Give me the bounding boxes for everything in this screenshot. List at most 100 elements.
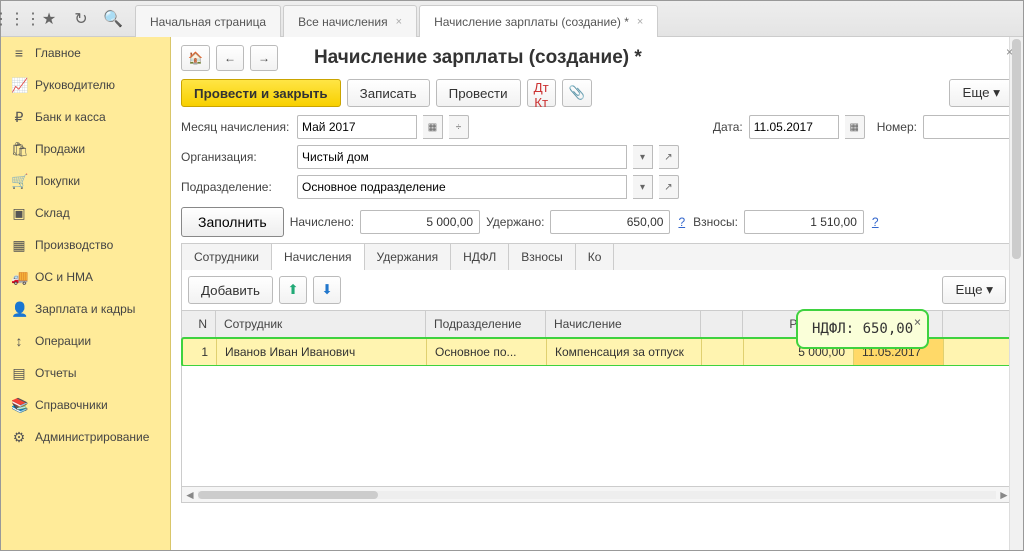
subtab-contrib[interactable]: Взносы — [509, 244, 575, 270]
forward-button[interactable]: → — [250, 45, 278, 71]
tab-payroll-create[interactable]: Начисление зарплаты (создание) * × — [419, 5, 658, 37]
ndfl-tooltip: × НДФЛ: 650,00 — [796, 309, 929, 349]
sidebar-item-label: Руководителю — [35, 78, 115, 92]
sidebar-item-operations[interactable]: ↕ Операции — [1, 325, 170, 357]
tooltip-close-icon[interactable]: × — [914, 315, 921, 329]
cell-department: Основное по... — [427, 339, 547, 365]
subtabs: Сотрудники Начисления Удержания НДФЛ Взн… — [181, 243, 1013, 270]
back-button[interactable]: ← — [216, 45, 244, 71]
bag-icon: 🛍 — [11, 141, 27, 158]
post-and-close-button[interactable]: Провести и закрыть — [181, 79, 341, 107]
sidebar-item-purchases[interactable]: 🛒 Покупки — [1, 165, 170, 197]
box-icon: ▣ — [11, 205, 27, 222]
books-icon: 📚 — [11, 397, 27, 414]
sidebar-item-catalogs[interactable]: 📚 Справочники — [1, 389, 170, 421]
grid-icon: ▦ — [11, 237, 27, 254]
contrib-value: 1 510,00 — [744, 210, 864, 234]
number-input[interactable] — [923, 115, 1013, 139]
subtab-withholdings[interactable]: Удержания — [365, 244, 452, 270]
close-icon[interactable]: × — [396, 16, 402, 28]
calendar-icon[interactable]: ▦ — [845, 115, 865, 139]
cart-icon: 🛒 — [11, 173, 27, 190]
sidebar-item-reports[interactable]: ▤ Отчеты — [1, 357, 170, 389]
post-button[interactable]: Провести — [436, 79, 521, 107]
sidebar-item-manager[interactable]: 📈 Руководителю — [1, 69, 170, 101]
sidebar-item-main[interactable]: ≡ Главное — [1, 37, 170, 69]
dropdown-icon[interactable]: ▾ — [633, 145, 653, 169]
truck-icon: 🚚 — [11, 269, 27, 286]
open-icon[interactable]: ↗ — [659, 145, 679, 169]
menu-icon: ≡ — [11, 45, 27, 61]
sidebar-item-bank[interactable]: ₽Банк и касса — [1, 101, 170, 133]
calendar-icon[interactable]: ▦ — [423, 115, 443, 139]
table-more-button[interactable]: Еще ▾ — [942, 276, 1006, 304]
month-input[interactable] — [297, 115, 417, 139]
close-icon[interactable]: × — [637, 16, 643, 28]
sidebar-item-label: Зарплата и кадры — [35, 302, 135, 316]
dep-input[interactable] — [297, 175, 627, 199]
contrib-label: Взносы: — [693, 215, 738, 229]
home-button[interactable]: 🏠 — [181, 45, 210, 71]
sidebar-item-label: Операции — [35, 334, 91, 348]
cell-n: 1 — [183, 339, 217, 365]
sidebar-item-production[interactable]: ▦Производство — [1, 229, 170, 261]
col-department[interactable]: Подразделение — [426, 311, 546, 337]
dropdown-icon[interactable]: ▾ — [633, 175, 653, 199]
vertical-scrollbar[interactable] — [1009, 37, 1023, 550]
subtab-employees[interactable]: Сотрудники — [182, 244, 272, 270]
sidebar-item-label: Продажи — [35, 142, 85, 156]
fill-button[interactable]: Заполнить — [181, 207, 284, 237]
sidebar-item-label: Отчеты — [35, 366, 76, 380]
col-accrual[interactable]: Начисление — [546, 311, 701, 337]
subtab-ndfl[interactable]: НДФЛ — [451, 244, 509, 270]
add-row-button[interactable]: Добавить — [188, 276, 273, 304]
ruble-icon: ₽ — [11, 109, 27, 126]
withheld-value: 650,00 — [550, 210, 670, 234]
move-up-button[interactable]: ⬆ — [279, 276, 307, 304]
sidebar-item-label: ОС и НМА — [35, 270, 93, 284]
org-input[interactable] — [297, 145, 627, 169]
move-down-button[interactable]: ⬇ — [313, 276, 341, 304]
col-employee[interactable]: Сотрудник — [216, 311, 426, 337]
tab-accruals[interactable]: Все начисления × — [283, 5, 417, 37]
horizontal-scrollbar[interactable]: ◄ ► — [181, 487, 1013, 503]
star-icon[interactable]: ★ — [33, 5, 65, 33]
tab-start[interactable]: Начальная страница — [135, 5, 281, 37]
sidebar: ≡ Главное 📈 Руководителю ₽Банк и касса 🛍 Пр… — [1, 37, 171, 550]
sidebar-item-admin[interactable]: ⚙ Администрирование — [1, 421, 170, 453]
more-button[interactable]: Еще ▾ — [949, 79, 1013, 107]
cell-accrual: Компенсация за отпуск — [547, 339, 702, 365]
month-stepper[interactable]: ÷ — [449, 115, 469, 139]
sidebar-item-label: Главное — [35, 46, 81, 60]
sidebar-item-label: Администрирование — [35, 430, 149, 444]
apps-icon[interactable]: ⋮⋮⋮ — [1, 5, 33, 33]
tab-label: Все начисления — [298, 15, 388, 29]
col-n[interactable]: N — [182, 311, 216, 337]
help-withheld-link[interactable]: ? — [676, 215, 687, 229]
sidebar-item-label: Покупки — [35, 174, 80, 188]
close-page-icon[interactable]: × — [1006, 45, 1013, 59]
open-icon[interactable]: ↗ — [659, 175, 679, 199]
search-icon[interactable]: 🔍 — [97, 5, 129, 33]
sidebar-item-label: Справочники — [35, 398, 108, 412]
date-input[interactable] — [749, 115, 839, 139]
chart-icon: 📈 — [11, 77, 27, 94]
gear-icon: ⚙ — [11, 429, 27, 446]
attach-button[interactable]: 📎 — [562, 79, 593, 107]
accrued-label: Начислено: — [290, 215, 354, 229]
sidebar-item-sales[interactable]: 🛍 Продажи — [1, 133, 170, 165]
subtab-accruals[interactable]: Начисления — [272, 244, 365, 270]
tab-label: Начисление зарплаты (создание) * — [434, 15, 629, 29]
sidebar-item-warehouse[interactable]: ▣Склад — [1, 197, 170, 229]
sidebar-item-salary[interactable]: 👤Зарплата и кадры — [1, 293, 170, 325]
history-icon[interactable]: ↻ — [65, 5, 97, 33]
scroll-left-icon[interactable]: ◄ — [182, 488, 198, 502]
movements-button[interactable]: ДтКт — [527, 79, 556, 107]
col-blank[interactable] — [701, 311, 743, 337]
sidebar-item-assets[interactable]: 🚚 ОС и НМА — [1, 261, 170, 293]
help-contrib-link[interactable]: ? — [870, 215, 881, 229]
write-button[interactable]: Записать — [347, 79, 430, 107]
sort-icon: ↕ — [11, 333, 27, 349]
report-icon: ▤ — [11, 365, 27, 382]
subtab-ko[interactable]: Ко — [576, 244, 615, 270]
